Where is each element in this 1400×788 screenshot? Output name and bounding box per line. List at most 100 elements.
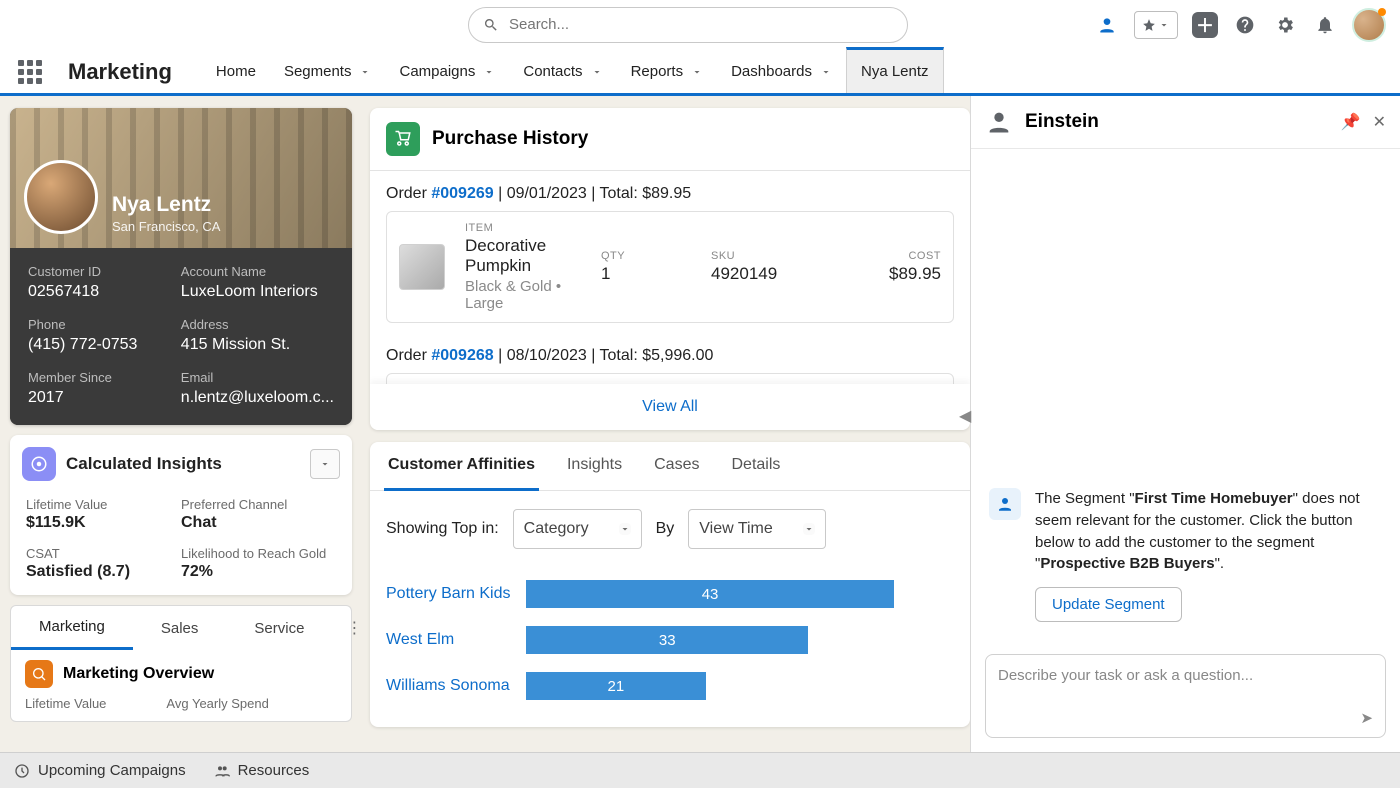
einstein-input[interactable]: Describe your task or ask a question... … [985, 654, 1386, 738]
profile-field-label: Customer ID [28, 264, 171, 279]
msg-text: The Segment " [1035, 490, 1135, 507]
profile-field-value: n.lentz@luxeloom.c... [181, 389, 334, 407]
category-link[interactable]: Williams Sonoma [386, 677, 526, 695]
subtab-sales[interactable]: Sales [133, 608, 227, 649]
nav-reports[interactable]: Reports [617, 49, 718, 95]
affinity-tabs: Customer Affinities Insights Cases Detai… [370, 442, 970, 491]
help-icon[interactable] [1232, 12, 1258, 38]
view-all-link[interactable]: View All [370, 384, 970, 430]
nav-segments[interactable]: Segments [270, 49, 386, 95]
search-input[interactable] [509, 16, 893, 33]
purchase-history-title: Purchase History [432, 128, 588, 150]
profile-avatar [24, 160, 98, 234]
marketing-overview-card: Marketing Overview Lifetime Value Avg Ye… [10, 650, 352, 722]
profile-name: Nya Lentz [112, 193, 220, 217]
select-value: View Time [699, 520, 773, 538]
insights-title: Calculated Insights [66, 454, 300, 474]
global-header: ＋ [0, 0, 1400, 50]
einstein-panel: ◀ Einstein 📌 ✕ The Segment "First Time H… [970, 96, 1400, 752]
nav-campaigns[interactable]: Campaigns [385, 49, 509, 95]
chart-bar: 33 [526, 626, 808, 654]
subtab-more-icon[interactable]: ⋮ [332, 618, 360, 638]
profile-field-label: Account Name [181, 264, 334, 279]
side-subtabs-container: Marketing Sales Service ⋮ Marketing Over… [10, 605, 352, 722]
msg-text: ". [1215, 555, 1225, 572]
bot-avatar-icon [989, 488, 1021, 520]
col-header: QTY [601, 250, 701, 262]
user-avatar[interactable] [1352, 8, 1386, 42]
profile-field-label: Email [181, 370, 334, 385]
nav-label: Dashboards [731, 63, 812, 80]
insight-label: Lifetime Value [26, 497, 181, 512]
showing-select[interactable]: Category [513, 509, 642, 549]
upcoming-campaigns-button[interactable]: Upcoming Campaigns [14, 762, 186, 779]
profile-field-value: 02567418 [28, 283, 171, 301]
nav-label: Nya Lentz [861, 63, 929, 80]
qty-value: 1 [601, 264, 701, 284]
settings-icon[interactable] [1272, 12, 1298, 38]
global-create-button[interactable]: ＋ [1192, 12, 1218, 38]
marketing-overview-title: Marketing Overview [63, 665, 214, 683]
order-link[interactable]: #009268 [431, 347, 493, 364]
profile-fields: Customer ID02567418Account NameLuxeLoom … [10, 248, 352, 425]
update-segment-button[interactable]: Update Segment [1035, 587, 1182, 622]
chevron-down-icon [619, 523, 631, 535]
segment-name: First Time Homebuyer [1135, 490, 1293, 507]
footer-label: Upcoming Campaigns [38, 762, 186, 779]
order-item-row: ITEMDecorative PumpkinBlack & Gold • Lar… [386, 211, 954, 323]
chevron-down-icon [691, 66, 703, 78]
insights-icon [22, 447, 56, 481]
profile-field-label: Phone [28, 317, 171, 332]
nav-home[interactable]: Home [202, 49, 270, 95]
profile-field-value: (415) 772-0753 [28, 336, 171, 354]
profile-field-value: 2017 [28, 389, 171, 407]
einstein-conversation: The Segment "First Time Homebuyer" does … [971, 149, 1400, 640]
subtab-service[interactable]: Service [226, 608, 332, 649]
category-link[interactable]: West Elm [386, 631, 526, 649]
mko-col: Avg Yearly Spend [166, 696, 268, 711]
send-icon[interactable]: ➤ [1360, 709, 1373, 727]
profile-field-label: Address [181, 317, 334, 332]
einstein-title: Einstein [1025, 111, 1329, 133]
aff-tab-cases[interactable]: Cases [650, 442, 703, 490]
subtab-marketing[interactable]: Marketing [11, 606, 133, 650]
app-launcher-icon[interactable] [18, 60, 42, 84]
nav-label: Segments [284, 63, 352, 80]
select-value: Category [524, 520, 589, 538]
nav-label: Reports [631, 63, 684, 80]
aff-tab-affinities[interactable]: Customer Affinities [384, 442, 539, 491]
insights-menu-button[interactable] [310, 449, 340, 479]
chevron-down-icon [591, 66, 603, 78]
close-icon[interactable]: ✕ [1373, 112, 1386, 132]
favorites-menu[interactable] [1134, 11, 1178, 39]
nav-contacts[interactable]: Contacts [509, 49, 616, 95]
einstein-icon[interactable] [1094, 12, 1120, 38]
insight-label: Preferred Channel [181, 497, 336, 512]
star-icon [1142, 18, 1156, 32]
aff-tab-details[interactable]: Details [727, 442, 784, 490]
insight-value: Chat [181, 514, 336, 532]
cost-value: $89.95 [851, 264, 941, 284]
app-nav: Marketing Home Segments Campaigns Contac… [0, 50, 1400, 96]
insight-value: 72% [181, 563, 336, 581]
global-search[interactable] [468, 7, 908, 43]
chart-row: Williams Sonoma21 [386, 663, 954, 709]
einstein-placeholder: Describe your task or ask a question... [998, 667, 1253, 684]
order-link[interactable]: #009269 [431, 185, 493, 202]
nav-record-tab[interactable]: Nya Lentz [846, 47, 944, 93]
chart-row: Pottery Barn Kids43 [386, 571, 954, 617]
by-select[interactable]: View Time [688, 509, 826, 549]
category-link[interactable]: Pottery Barn Kids [386, 585, 526, 603]
aff-tab-insights[interactable]: Insights [563, 442, 626, 490]
purchase-history-card: Purchase History Order #009269 | 09/01/2… [370, 108, 970, 430]
resources-button[interactable]: Resources [214, 762, 310, 779]
footer-label: Resources [238, 762, 310, 779]
pin-icon[interactable]: 📌 [1341, 112, 1361, 132]
header-actions: ＋ [1094, 8, 1386, 42]
nav-dashboards[interactable]: Dashboards [717, 49, 846, 95]
profile-hero: Nya Lentz San Francisco, CA [10, 108, 352, 248]
item-thumbnail [399, 244, 445, 290]
profile-location: San Francisco, CA [112, 219, 220, 234]
notifications-icon[interactable] [1312, 12, 1338, 38]
nav-label: Contacts [523, 63, 582, 80]
